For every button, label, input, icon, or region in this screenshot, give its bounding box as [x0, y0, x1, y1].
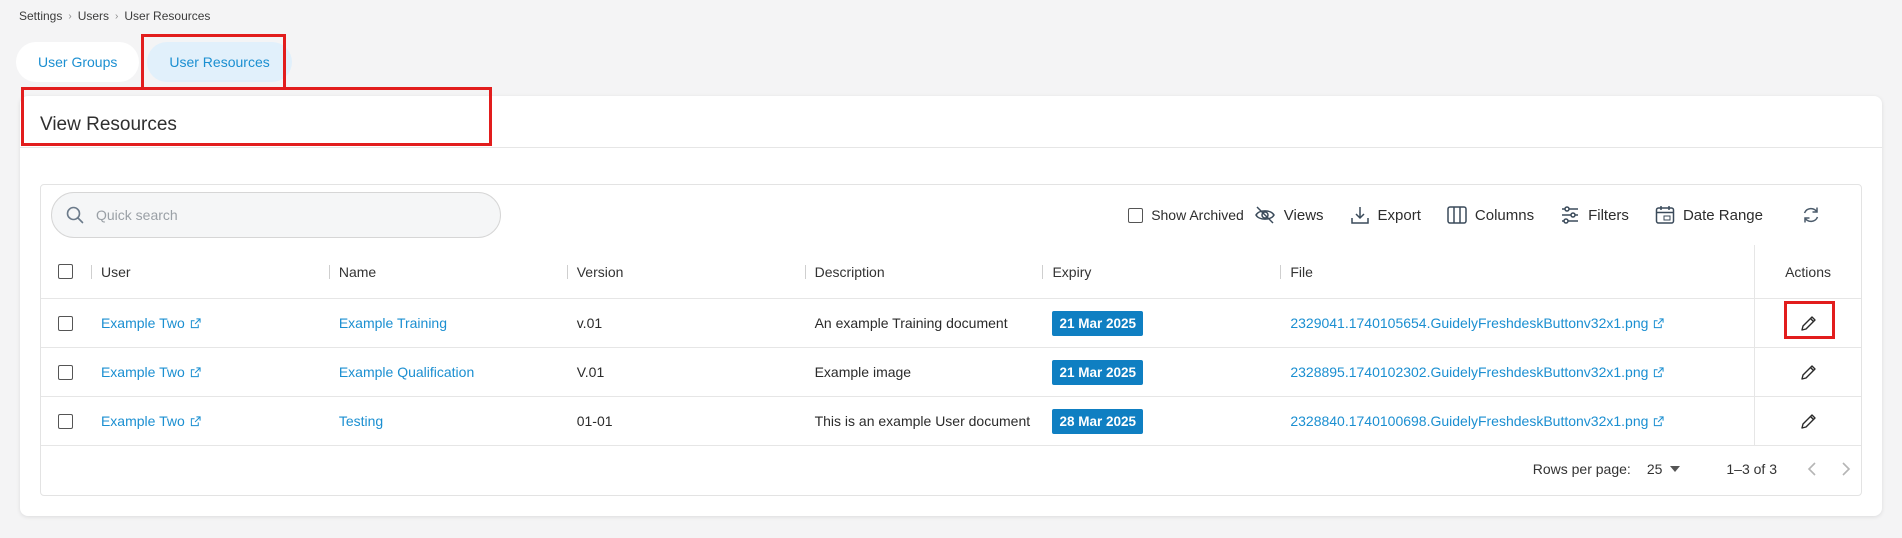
user-link[interactable]: Example Two [101, 315, 201, 331]
breadcrumb-user-resources: User Resources [124, 9, 211, 23]
tab-user-groups[interactable]: User Groups [16, 42, 140, 82]
select-all-checkbox[interactable] [58, 264, 74, 279]
table-row: Example Two Example Qualification V.01 E… [41, 348, 1861, 397]
rows-per-page-label: Rows per page: [1532, 461, 1631, 477]
caret-down-icon [1670, 466, 1681, 472]
description-cell: An example Training document [814, 315, 1008, 331]
sliders-icon [1560, 205, 1580, 225]
table-toolbar: Show Archived Views Export [41, 185, 1861, 245]
column-header-user[interactable]: User [90, 245, 329, 298]
next-page-button[interactable] [1841, 462, 1851, 476]
show-archived-label: Show Archived [1151, 207, 1244, 223]
calendar-icon [1655, 205, 1675, 225]
refresh-icon[interactable] [1801, 205, 1821, 225]
resources-card: View Resources Show Archived Views [20, 96, 1882, 516]
resource-name-link[interactable]: Example Qualification [339, 364, 474, 380]
table-row: Example Two Example Training v.01 An exa… [41, 299, 1861, 348]
edit-button[interactable] [1794, 358, 1823, 387]
page-title: View Resources [20, 96, 1882, 148]
description-cell: This is an example User document [814, 413, 1031, 429]
user-link[interactable]: Example Two [101, 413, 201, 429]
column-header-name[interactable]: Name [328, 245, 567, 298]
external-link-icon [1654, 366, 1664, 377]
views-label: Views [1283, 206, 1324, 224]
breadcrumb: Settings › Users › User Resources [19, 9, 210, 23]
expiry-badge: 21 Mar 2025 [1052, 359, 1144, 385]
row-checkbox[interactable] [58, 364, 74, 380]
columns-button[interactable]: Columns [1447, 206, 1534, 224]
column-header-actions: Actions [1754, 245, 1861, 298]
external-link-icon [190, 366, 201, 377]
chevron-left-icon [1807, 462, 1816, 476]
expiry-badge: 28 Mar 2025 [1052, 408, 1144, 434]
column-header-version[interactable]: Version [566, 245, 805, 298]
pencil-icon [1800, 364, 1816, 380]
date-range-button[interactable]: Date Range [1655, 205, 1763, 225]
external-link-icon [190, 415, 201, 426]
eye-off-icon [1254, 204, 1276, 226]
columns-icon [1447, 206, 1467, 224]
table-pagination: Rows per page: 25 1–3 of 3 [1533, 443, 1851, 495]
column-header-file[interactable]: File [1280, 245, 1754, 298]
chevron-right-icon: › [68, 10, 72, 22]
show-archived-toggle[interactable]: Show Archived [1128, 207, 1244, 223]
file-link[interactable]: 2328895.1740102302.GuidelyFreshdeskButto… [1290, 364, 1664, 380]
filters-label: Filters [1588, 206, 1629, 224]
search-input[interactable] [96, 207, 456, 223]
search-icon [66, 206, 84, 224]
show-archived-checkbox[interactable] [1128, 207, 1144, 223]
external-link-icon [1654, 317, 1664, 328]
download-icon [1350, 205, 1370, 225]
row-checkbox[interactable] [58, 315, 74, 331]
pencil-icon [1800, 413, 1816, 429]
search-box[interactable] [51, 192, 501, 238]
column-header-expiry[interactable]: Expiry [1042, 245, 1280, 298]
export-button[interactable]: Export [1350, 205, 1421, 225]
rows-per-page-select[interactable]: 25 [1647, 461, 1681, 477]
table-header: User Name Version Description Expiry Fil… [41, 245, 1861, 299]
version-cell: v.01 [576, 315, 603, 331]
pencil-icon [1800, 315, 1816, 331]
external-link-icon [1654, 415, 1664, 426]
user-link[interactable]: Example Two [101, 364, 201, 380]
filters-button[interactable]: Filters [1560, 205, 1629, 225]
pagination-range: 1–3 of 3 [1726, 461, 1777, 477]
toolbar-actions: Show Archived Views Export Columns Filte… [1128, 199, 1821, 231]
export-label: Export [1377, 206, 1421, 224]
breadcrumb-users[interactable]: Users [78, 9, 109, 23]
column-header-description[interactable]: Description [804, 245, 1043, 298]
previous-page-button[interactable] [1807, 462, 1817, 476]
table-row: Example Two Testing 01-01 This is an exa… [41, 397, 1861, 446]
resource-name-link[interactable]: Testing [339, 413, 383, 429]
views-button[interactable]: Views [1254, 204, 1324, 226]
edit-button[interactable] [1794, 309, 1823, 338]
breadcrumb-settings[interactable]: Settings [19, 9, 62, 23]
version-cell: 01-01 [576, 413, 613, 429]
expiry-badge: 21 Mar 2025 [1052, 310, 1144, 336]
rows-per-page-value: 25 [1646, 461, 1663, 477]
resource-name-link[interactable]: Example Training [339, 315, 447, 331]
resources-table: Show Archived Views Export [40, 184, 1862, 496]
file-link[interactable]: 2328840.1740100698.GuidelyFreshdeskButto… [1290, 413, 1664, 429]
version-cell: V.01 [576, 364, 605, 380]
chevron-right-icon [1842, 462, 1851, 476]
row-checkbox[interactable] [58, 413, 74, 429]
columns-label: Columns [1474, 206, 1535, 224]
date-range-label: Date Range [1682, 206, 1763, 224]
tab-user-resources[interactable]: User Resources [147, 42, 292, 82]
description-cell: Example image [814, 364, 912, 380]
edit-button[interactable] [1794, 407, 1823, 436]
pager [1807, 462, 1851, 476]
external-link-icon [190, 317, 201, 328]
chevron-right-icon: › [115, 10, 119, 22]
file-link[interactable]: 2329041.1740105654.GuidelyFreshdeskButto… [1290, 315, 1664, 331]
tab-bar: User Groups User Resources [16, 42, 292, 82]
